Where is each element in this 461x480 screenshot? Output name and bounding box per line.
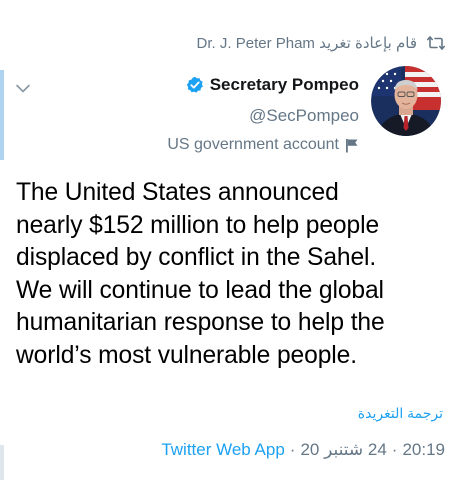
tweet-text-line: nearly $152 million to help people xyxy=(16,211,380,239)
chevron-down-icon[interactable] xyxy=(16,80,30,98)
author-name[interactable]: Secretary Pompeo xyxy=(210,75,359,95)
meta-separator: · xyxy=(289,440,296,459)
tweet-metadata: Twitter Web App · 24 شتنبر 20 · 20:19 xyxy=(161,440,445,460)
flag-icon xyxy=(345,138,359,153)
government-account-text: US government account xyxy=(167,136,339,153)
tweet-text-line: We will continue to lead the global xyxy=(16,276,384,304)
author-text: Secretary Pompeo @SecPompeo US governmen… xyxy=(167,66,359,154)
tweet-text-line: displaced by conflict in the Sahel. xyxy=(16,244,377,272)
verified-badge-icon xyxy=(186,76,204,94)
thread-rail-bottom xyxy=(0,445,4,480)
author-handle[interactable]: @SecPompeo xyxy=(167,106,359,126)
avatar[interactable] xyxy=(371,66,441,136)
tweet-text-line: humanitarian response to help the xyxy=(16,309,385,337)
thread-rail xyxy=(0,70,4,160)
source-app-link[interactable]: Twitter Web App xyxy=(161,440,284,460)
retweet-context[interactable]: Dr. J. Peter Pham قام بإعادة تغريد xyxy=(60,30,445,56)
government-account-label[interactable]: US government account xyxy=(167,136,359,154)
retweet-context-text[interactable]: Dr. J. Peter Pham قام بإعادة تغريد xyxy=(197,34,417,52)
tweet-author[interactable]: Secretary Pompeo @SecPompeo US governmen… xyxy=(167,66,441,154)
meta-separator: · xyxy=(391,440,398,459)
tweet-text-line: world’s most vulnerable people. xyxy=(16,341,357,369)
translate-tweet-link[interactable]: ترجمة التغريدة xyxy=(358,405,443,422)
tweet-text-line: The United States announced xyxy=(16,179,339,206)
author-name-line[interactable]: Secretary Pompeo xyxy=(167,75,359,95)
tweet-date[interactable]: 24 شتنبر 20 xyxy=(300,440,386,460)
tweet-time[interactable]: 20:19 xyxy=(402,440,445,460)
retweet-icon xyxy=(427,36,445,50)
tweet-text: The United States announced nearly $152 … xyxy=(16,177,449,373)
